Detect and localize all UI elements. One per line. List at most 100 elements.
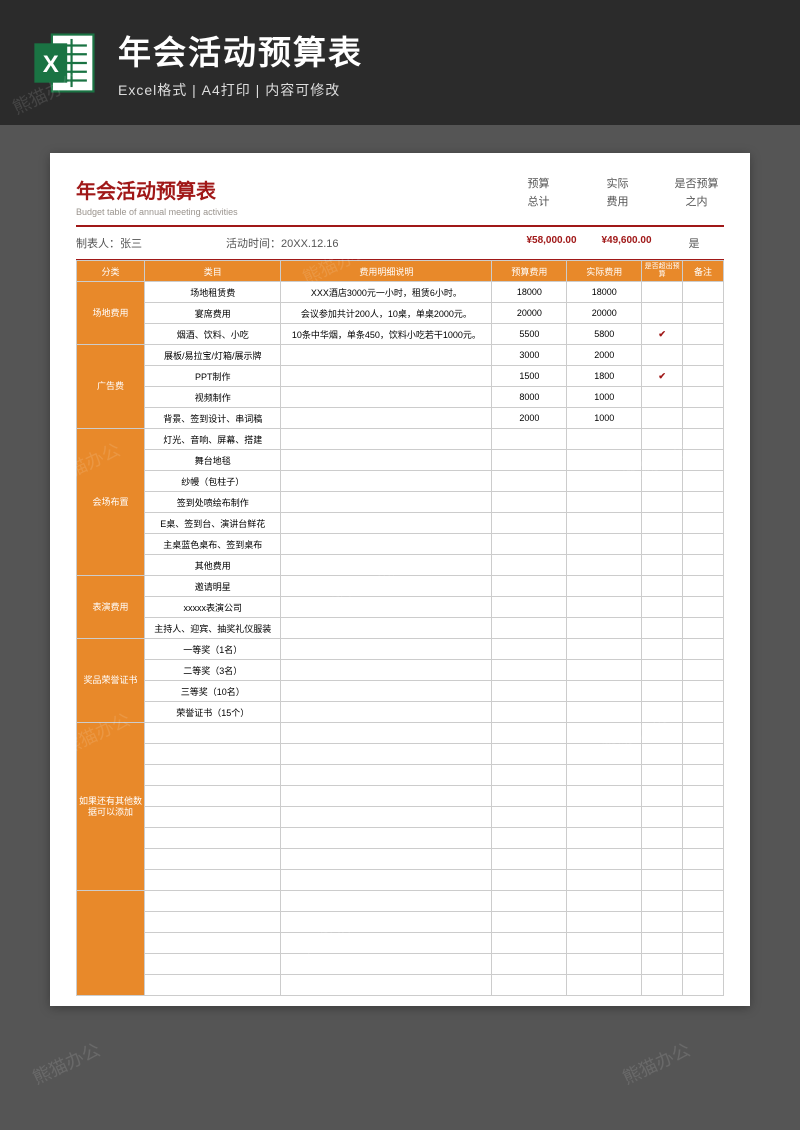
cell-item [145,975,281,996]
category-cell: 如果还有其他数据可以添加 [77,723,145,891]
cell-note [683,639,724,660]
doc-subtitle: Budget table of annual meeting activitie… [76,207,238,217]
cell-item [145,828,281,849]
cell-over [642,723,683,744]
cell-note [683,681,724,702]
category-cell: 奖品荣誉证书 [77,639,145,723]
cell-note [683,303,724,324]
activity-time: 活动时间：20XX.12.16 [226,235,514,251]
cell-note [683,471,724,492]
banner-title: 年会活动预算表 [118,26,770,74]
cell-actual [567,744,642,765]
table-row [77,870,724,891]
cell-item: E桌、签到台、演讲台鲜花 [145,513,281,534]
table-row: 主持人、迎宾、抽奖礼仪服装 [77,618,724,639]
category-cell: 场地费用 [77,282,145,345]
cell-budget [492,492,567,513]
cell-over [642,639,683,660]
cell-over [642,933,683,954]
cell-budget [492,975,567,996]
cell-note [683,975,724,996]
cell-item: 二等奖（3名） [145,660,281,681]
cell-budget [492,450,567,471]
cell-note [683,786,724,807]
cell-desc [281,492,492,513]
table-row [77,912,724,933]
cell-budget: 20000 [492,303,567,324]
cell-item: 邀请明星 [145,576,281,597]
cell-over [642,345,683,366]
cell-item: 三等奖（10名） [145,681,281,702]
cell-actual [567,786,642,807]
cell-item: 视频制作 [145,387,281,408]
table-row: 签到处喷绘布制作 [77,492,724,513]
cell-item [145,723,281,744]
table-row: 其他费用 [77,555,724,576]
cell-desc [281,471,492,492]
cell-desc [281,828,492,849]
cell-item [145,744,281,765]
maker: 制表人：张三 [76,235,226,251]
spreadsheet-page: 年会活动预算表 Budget table of annual meeting a… [50,153,750,1006]
table-row: 宴席费用会议参加共计200人，10桌，单桌2000元。2000020000 [77,303,724,324]
cell-note [683,429,724,450]
cell-item: 一等奖（1名） [145,639,281,660]
cell-over [642,450,683,471]
cell-budget [492,576,567,597]
watermark-text: 熊猫办公 [28,1036,104,1090]
excel-icon: X [30,28,100,98]
cell-note [683,387,724,408]
cell-note [683,618,724,639]
cell-actual: 18000 [567,282,642,303]
cell-item [145,807,281,828]
category-cell: 表演费用 [77,576,145,639]
watermark-text: 熊猫办公 [618,1036,694,1090]
table-row [77,891,724,912]
cell-note [683,408,724,429]
table-row [77,849,724,870]
cell-desc [281,366,492,387]
table-row [77,975,724,996]
cell-budget [492,597,567,618]
cell-item: 纱幔（包柱子） [145,471,281,492]
cell-over [642,513,683,534]
cell-budget [492,723,567,744]
cell-over [642,702,683,723]
cell-actual [567,828,642,849]
cell-over [642,303,683,324]
cell-note [683,450,724,471]
table-row [77,786,724,807]
table-row: 三等奖（10名） [77,681,724,702]
table-row: 舞台地毯 [77,450,724,471]
cell-budget [492,765,567,786]
cell-desc [281,534,492,555]
table-row: E桌、签到台、演讲台鲜花 [77,513,724,534]
category-cell: 会场布置 [77,429,145,576]
cell-desc [281,408,492,429]
cell-desc [281,618,492,639]
cell-note [683,702,724,723]
cell-over [642,576,683,597]
cell-note [683,765,724,786]
cell-budget: 1500 [492,366,567,387]
cell-desc [281,429,492,450]
cell-over [642,765,683,786]
cell-note [683,933,724,954]
cell-actual [567,618,642,639]
table-row: 广告费展板/易拉宝/灯箱/展示牌30002000 [77,345,724,366]
table-row: 烟酒、饮料、小吃10条中华烟，单条450，饮料小吃若干1000元。5500580… [77,324,724,345]
cell-note [683,534,724,555]
cell-actual [567,597,642,618]
cell-actual: 1800 [567,366,642,387]
cell-over [642,408,683,429]
cell-desc [281,954,492,975]
cell-desc [281,870,492,891]
cell-over [642,912,683,933]
cell-over [642,534,683,555]
cell-note [683,513,724,534]
top-banner: X 年会活动预算表 Excel格式 | A4打印 | 内容可修改 [0,0,800,125]
cell-item [145,786,281,807]
cell-budget: 5500 [492,324,567,345]
cell-note [683,492,724,513]
cell-budget [492,429,567,450]
